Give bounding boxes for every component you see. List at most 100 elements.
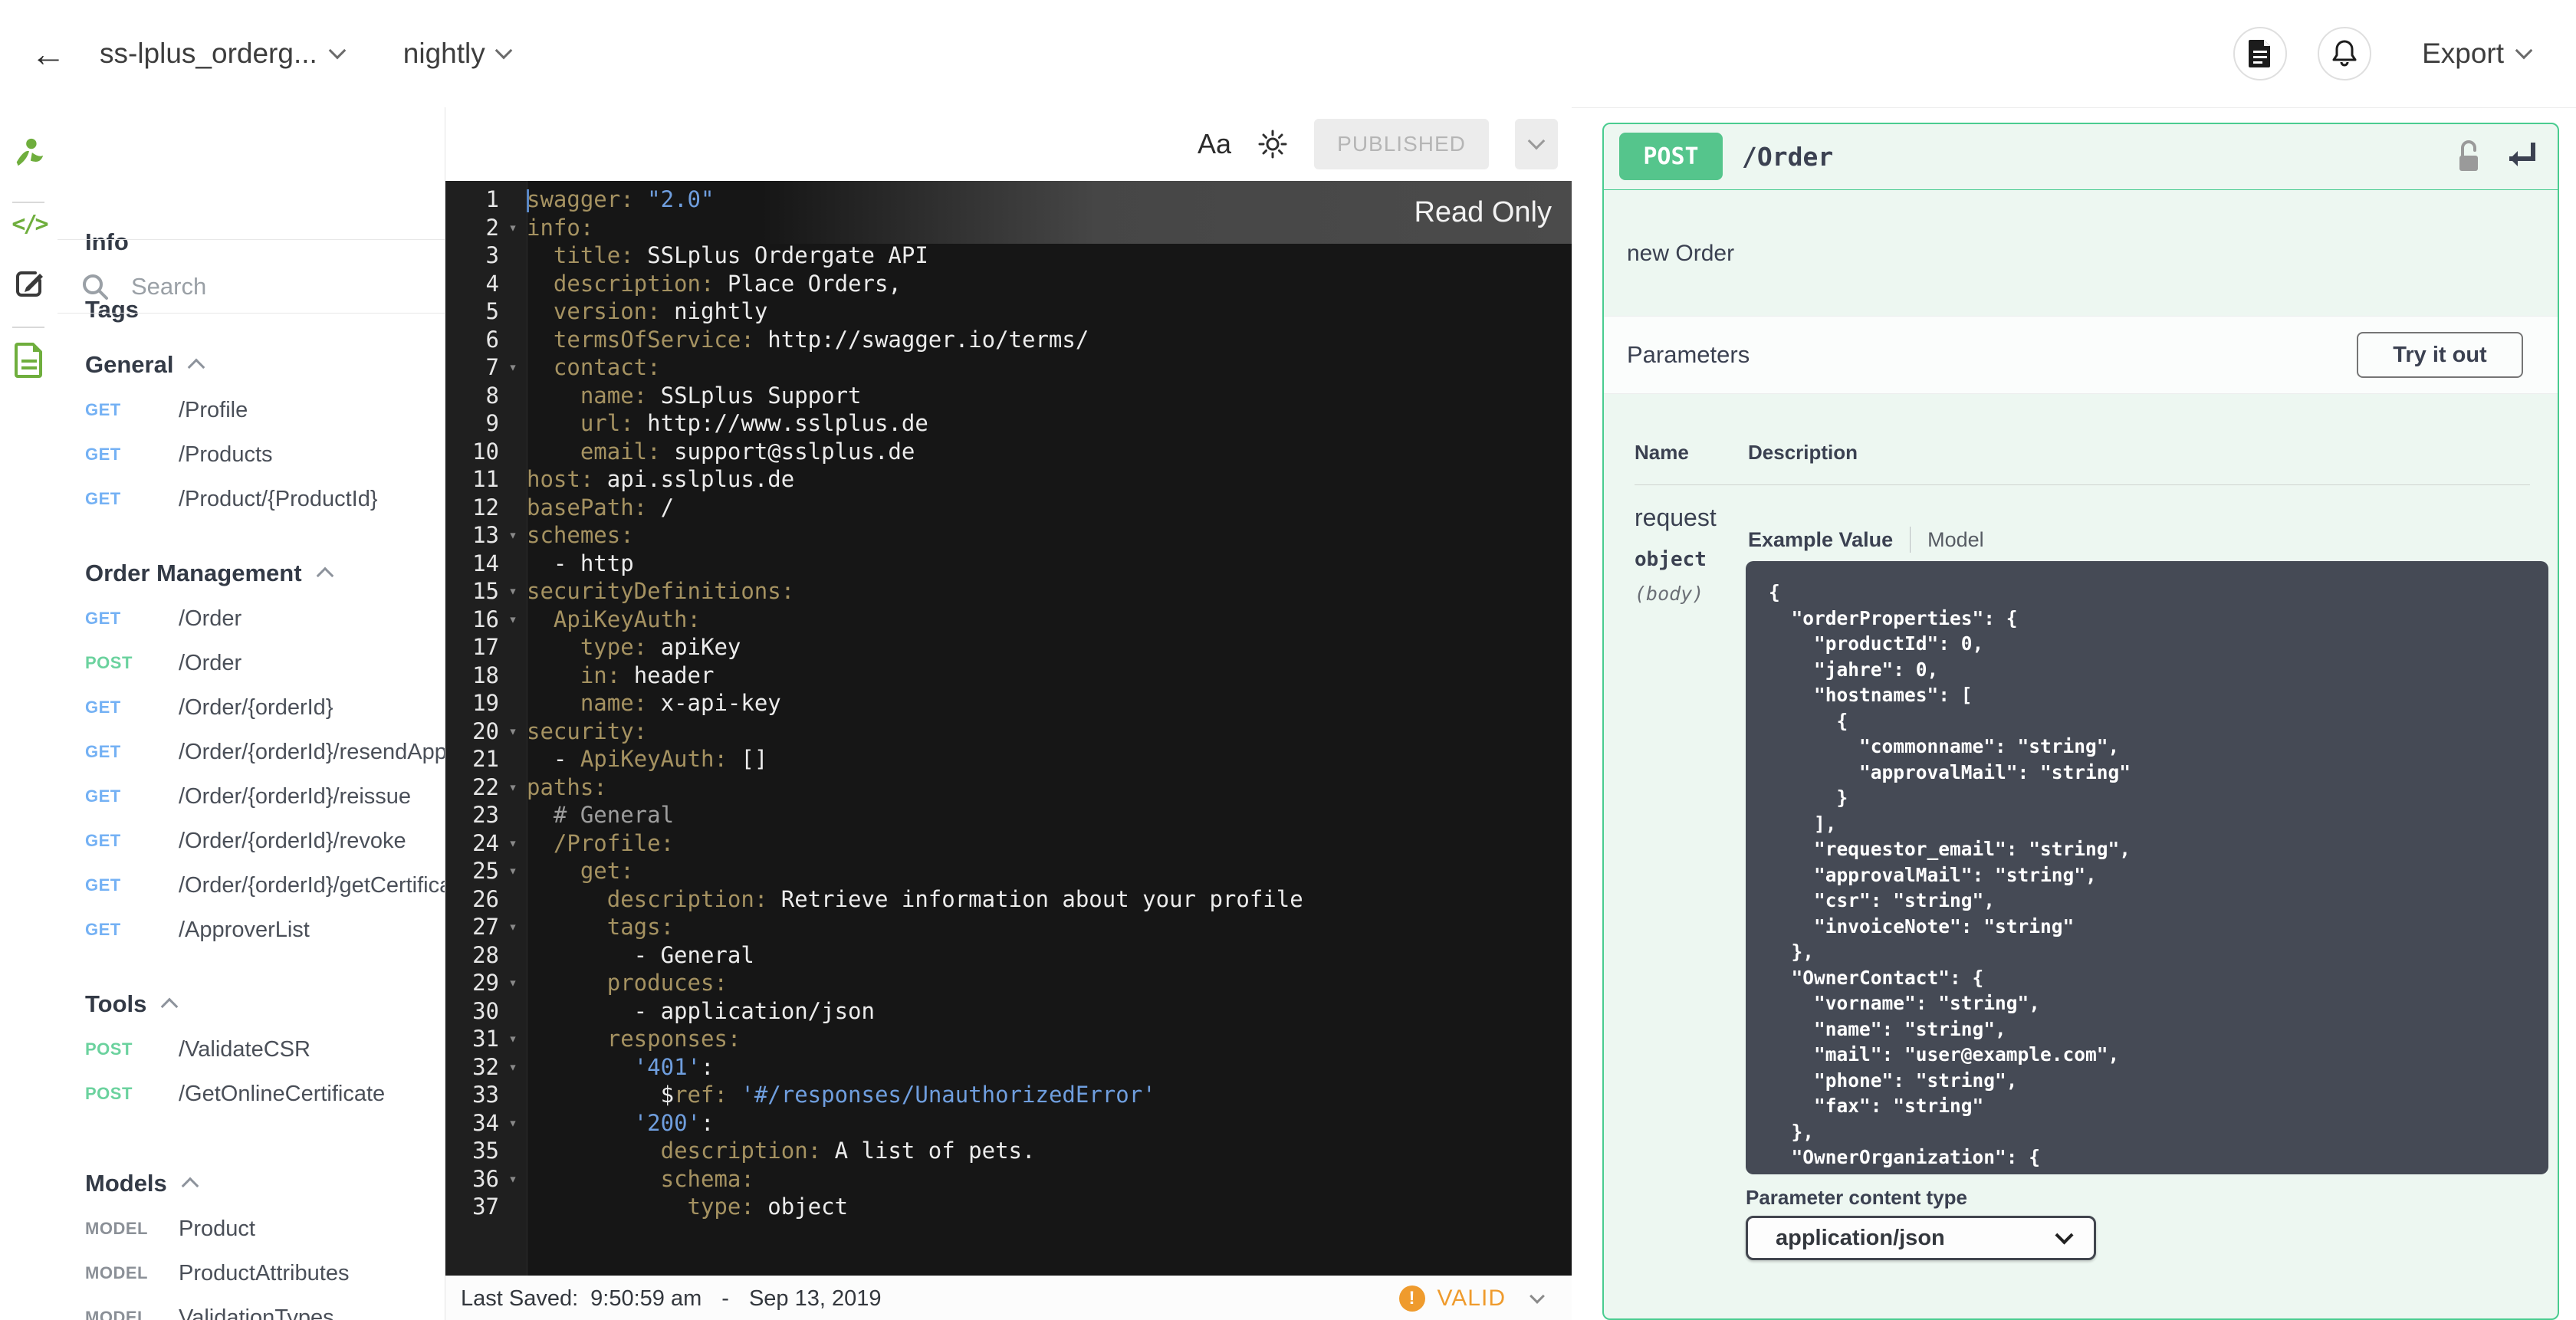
fold-caret-icon[interactable]: ▾ <box>499 521 527 550</box>
path-label: /Order <box>179 606 242 631</box>
theme-brightness-icon[interactable] <box>1257 129 1288 159</box>
sidebar-item[interactable]: POST/Order <box>58 641 445 685</box>
code-view-icon[interactable]: </> <box>11 205 48 242</box>
content-type-value: application/json <box>1776 1225 1945 1250</box>
code-line: 10 email: support@sslplus.de <box>445 438 1572 466</box>
parameters-bar: Parameters Try it out <box>1604 316 2558 394</box>
published-button[interactable]: PUBLISHED <box>1314 119 1489 169</box>
sidebar-search <box>58 254 445 319</box>
sidebar-item[interactable]: GET/Order/{orderId}/reissue <box>58 774 445 819</box>
sidebar-item[interactable]: POST/ValidateCSR <box>58 1027 445 1072</box>
chevron-up-icon <box>181 1177 199 1195</box>
yaml-code-editor[interactable]: 1 swagger: "2.0" 2 ▾ info: 3 title: SSLplus O… <box>445 181 1572 1276</box>
fold-caret-icon[interactable]: ▾ <box>499 1025 527 1053</box>
swaggerhub-editor-app: ← ss-lplus_orderg... nightly Export </> … <box>0 0 2576 1320</box>
docs-button[interactable] <box>2233 27 2288 80</box>
fold-caret-icon[interactable]: ▾ <box>499 606 527 634</box>
method-label: GET <box>85 445 121 464</box>
fold-caret-icon[interactable]: ▾ <box>499 913 527 941</box>
fold-caret-icon[interactable]: ▾ <box>499 1109 527 1138</box>
sidebar-item[interactable]: GET/ApproverList <box>58 908 445 952</box>
content-type-select[interactable]: application/json <box>1746 1216 2096 1260</box>
document-icon <box>2249 40 2271 67</box>
edit-pencil-icon[interactable] <box>11 265 48 302</box>
path-label: /Order <box>179 650 242 675</box>
line-number: 6 <box>485 326 499 353</box>
sidebar-item[interactable]: MODEL ValidationTypes <box>58 1295 445 1320</box>
deep-link-return-icon[interactable] <box>2502 140 2538 174</box>
chevron-down-icon <box>495 41 513 60</box>
fold-caret-icon[interactable]: ▾ <box>499 214 527 242</box>
content-type-label: Parameter content type <box>1746 1186 1967 1209</box>
operation-panel: POST /Order new Order Parameters Try it … <box>1602 123 2559 1320</box>
font-size-toggle[interactable]: Aa <box>1198 128 1231 160</box>
publish-menu-button[interactable] <box>1515 119 1558 169</box>
fold-caret-icon[interactable]: ▾ <box>499 717 527 746</box>
section-header[interactable]: General <box>58 353 445 377</box>
back-arrow-icon[interactable]: ← <box>31 36 66 71</box>
tab-example-value[interactable]: Example Value <box>1748 528 1893 552</box>
line-number: 13 <box>472 522 499 548</box>
api-title-dropdown[interactable]: ss-lplus_orderg... <box>100 38 347 70</box>
code-line: 19 name: x-api-key <box>445 689 1572 717</box>
notifications-button[interactable] <box>2318 27 2372 80</box>
fold-caret-icon[interactable]: ▾ <box>499 857 527 885</box>
sidebar-item[interactable]: GET/Products <box>58 432 445 477</box>
section-header[interactable]: Order Management <box>58 561 445 586</box>
operation-header[interactable]: POST /Order <box>1604 124 2558 190</box>
line-content: type: object <box>687 1194 849 1220</box>
bell-icon <box>2332 40 2357 67</box>
method-label: GET <box>85 875 121 895</box>
sidebar-item[interactable]: GET/Order/{orderId}/getCertifica <box>58 863 445 908</box>
line-content: in: header <box>580 662 715 688</box>
sidebar-item-info[interactable]: Info <box>85 228 129 256</box>
try-it-out-button[interactable]: Try it out <box>2357 332 2523 378</box>
method-label: GET <box>85 786 121 806</box>
example-json: { "orderProperties": { "productId": 0, "… <box>1769 581 2131 1168</box>
operation-path: /Order <box>1742 142 1834 172</box>
fold-caret-icon[interactable]: ▾ <box>499 969 527 997</box>
sidebar-item[interactable]: GET/Product/{ProductId} <box>58 477 445 521</box>
tab-model[interactable]: Model <box>1927 528 1984 552</box>
swaggerhub-logo-icon[interactable] <box>11 135 48 172</box>
code-line: 5 version: nightly <box>445 297 1572 326</box>
sidebar-item[interactable]: GET/Order <box>58 596 445 641</box>
line-content: $ref: '#/responses/UnauthorizedError' <box>660 1082 1156 1108</box>
section-items: POST/ValidateCSR POST/GetOnlineCertificat… <box>58 1016 445 1116</box>
search-input[interactable] <box>130 272 424 301</box>
sidebar-item[interactable]: GET/Order/{orderId}/resendAppr <box>58 730 445 774</box>
line-content: ApiKeyAuth: <box>553 606 701 632</box>
chevron-down-icon <box>1527 132 1546 150</box>
sidebar-item[interactable]: MODEL Product <box>58 1207 445 1251</box>
method-label: GET <box>85 831 121 850</box>
sidebar-item[interactable]: GET/Profile <box>58 388 445 432</box>
fold-caret-icon[interactable]: ▾ <box>499 1165 527 1194</box>
section-label: Models <box>85 1170 167 1197</box>
sidebar-item[interactable]: GET/Order/{orderId} <box>58 685 445 730</box>
validation-status[interactable]: ! VALID <box>1398 1286 1545 1312</box>
section-header[interactable]: Tools <box>58 992 445 1016</box>
line-number: 20 <box>472 717 499 744</box>
fold-caret-empty <box>499 494 527 522</box>
fold-caret-icon[interactable]: ▾ <box>499 353 527 382</box>
sidebar-item[interactable]: POST/GetOnlineCertificate <box>58 1072 445 1116</box>
code-line: 3 title: SSLplus Ordergate API <box>445 241 1572 270</box>
fold-caret-icon[interactable]: ▾ <box>499 829 527 858</box>
parameter-location: (body) <box>1635 583 1704 605</box>
code-line: 16 ▾ ApiKeyAuth: <box>445 606 1572 634</box>
version-dropdown[interactable]: nightly <box>403 38 513 70</box>
sidebar-section-general: General GET/Profile GET/Products GET/Produc… <box>58 313 445 521</box>
fold-caret-icon[interactable]: ▾ <box>499 1053 527 1082</box>
sidebar-item[interactable]: MODEL ProductAttributes <box>58 1251 445 1295</box>
sidebar-item[interactable]: GET/Order/{orderId}/revoke <box>58 819 445 863</box>
api-docs-icon[interactable] <box>11 342 48 379</box>
fold-caret-empty <box>499 297 527 326</box>
rail-divider <box>12 327 44 328</box>
fold-caret-icon[interactable]: ▾ <box>499 773 527 802</box>
section-header[interactable]: Models <box>58 1171 445 1196</box>
chevron-up-icon <box>188 358 205 376</box>
unlock-icon[interactable] <box>2455 139 2482 176</box>
fold-caret-icon[interactable]: ▾ <box>499 577 527 606</box>
export-dropdown[interactable]: Export <box>2422 38 2533 70</box>
code-line: 14 - http <box>445 550 1572 578</box>
